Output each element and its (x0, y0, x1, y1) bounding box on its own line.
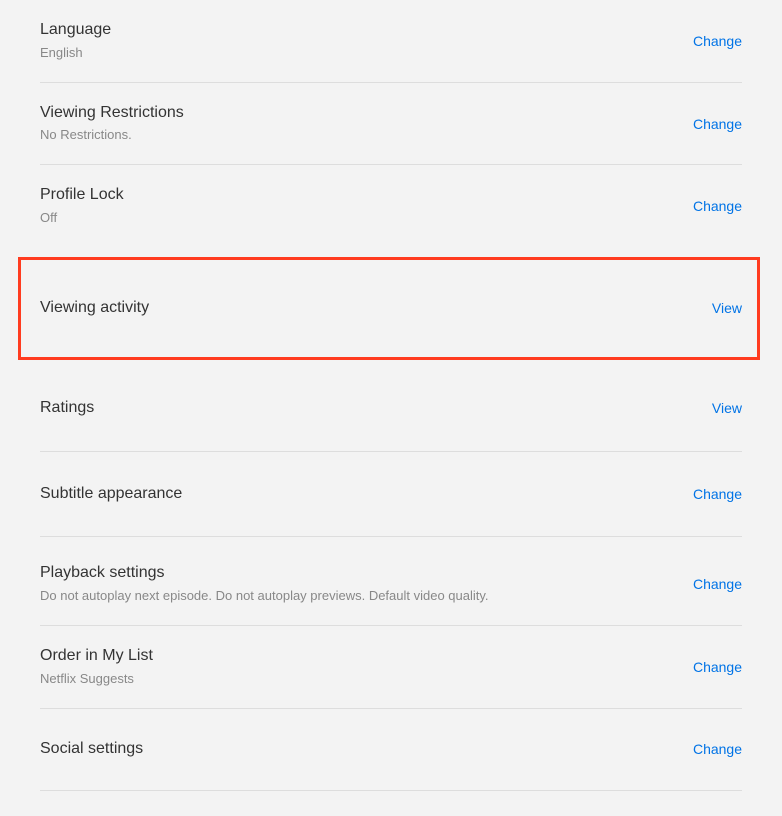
view-link[interactable]: View (712, 400, 742, 416)
setting-content: Viewing activity (40, 298, 149, 319)
setting-subtitle: Netflix Suggests (40, 671, 153, 688)
setting-content: Playback settings Do not autoplay next e… (40, 563, 489, 605)
setting-subtitle: Off (40, 210, 124, 227)
setting-content: Social settings (40, 739, 143, 760)
setting-title: Subtitle appearance (40, 484, 182, 505)
change-link[interactable]: Change (693, 198, 742, 214)
setting-row-viewing-restrictions: Viewing Restrictions No Restrictions. Ch… (40, 83, 742, 166)
setting-content: Subtitle appearance (40, 484, 182, 505)
setting-content: Profile Lock Off (40, 185, 124, 227)
setting-title: Ratings (40, 398, 94, 419)
setting-row-playback-settings: Playback settings Do not autoplay next e… (40, 537, 742, 626)
setting-row-social-settings: Social settings Change (40, 709, 742, 791)
setting-row-language: Language English Change (40, 0, 742, 83)
setting-row-subtitle-appearance: Subtitle appearance Change (40, 452, 742, 538)
setting-subtitle: Do not autoplay next episode. Do not aut… (40, 588, 489, 605)
change-link[interactable]: Change (693, 576, 742, 592)
setting-content: Language English (40, 20, 111, 62)
setting-row-profile-lock: Profile Lock Off Change (40, 165, 742, 247)
setting-title: Profile Lock (40, 185, 124, 206)
setting-row-viewing-activity: Viewing activity View (18, 257, 760, 360)
setting-row-order-my-list: Order in My List Netflix Suggests Change (40, 626, 742, 709)
change-link[interactable]: Change (693, 116, 742, 132)
setting-title: Social settings (40, 739, 143, 760)
setting-row-ratings: Ratings View (40, 370, 742, 452)
setting-content: Ratings (40, 398, 94, 419)
change-link[interactable]: Change (693, 741, 742, 757)
setting-title: Playback settings (40, 563, 489, 584)
setting-title: Order in My List (40, 646, 153, 667)
change-link[interactable]: Change (693, 659, 742, 675)
setting-content: Order in My List Netflix Suggests (40, 646, 153, 688)
change-link[interactable]: Change (693, 33, 742, 49)
setting-title: Viewing Restrictions (40, 103, 184, 124)
view-link[interactable]: View (712, 300, 742, 316)
change-link[interactable]: Change (693, 486, 742, 502)
setting-subtitle: English (40, 45, 111, 62)
setting-content: Viewing Restrictions No Restrictions. (40, 103, 184, 145)
setting-subtitle: No Restrictions. (40, 127, 184, 144)
setting-title: Viewing activity (40, 298, 149, 319)
setting-title: Language (40, 20, 111, 41)
